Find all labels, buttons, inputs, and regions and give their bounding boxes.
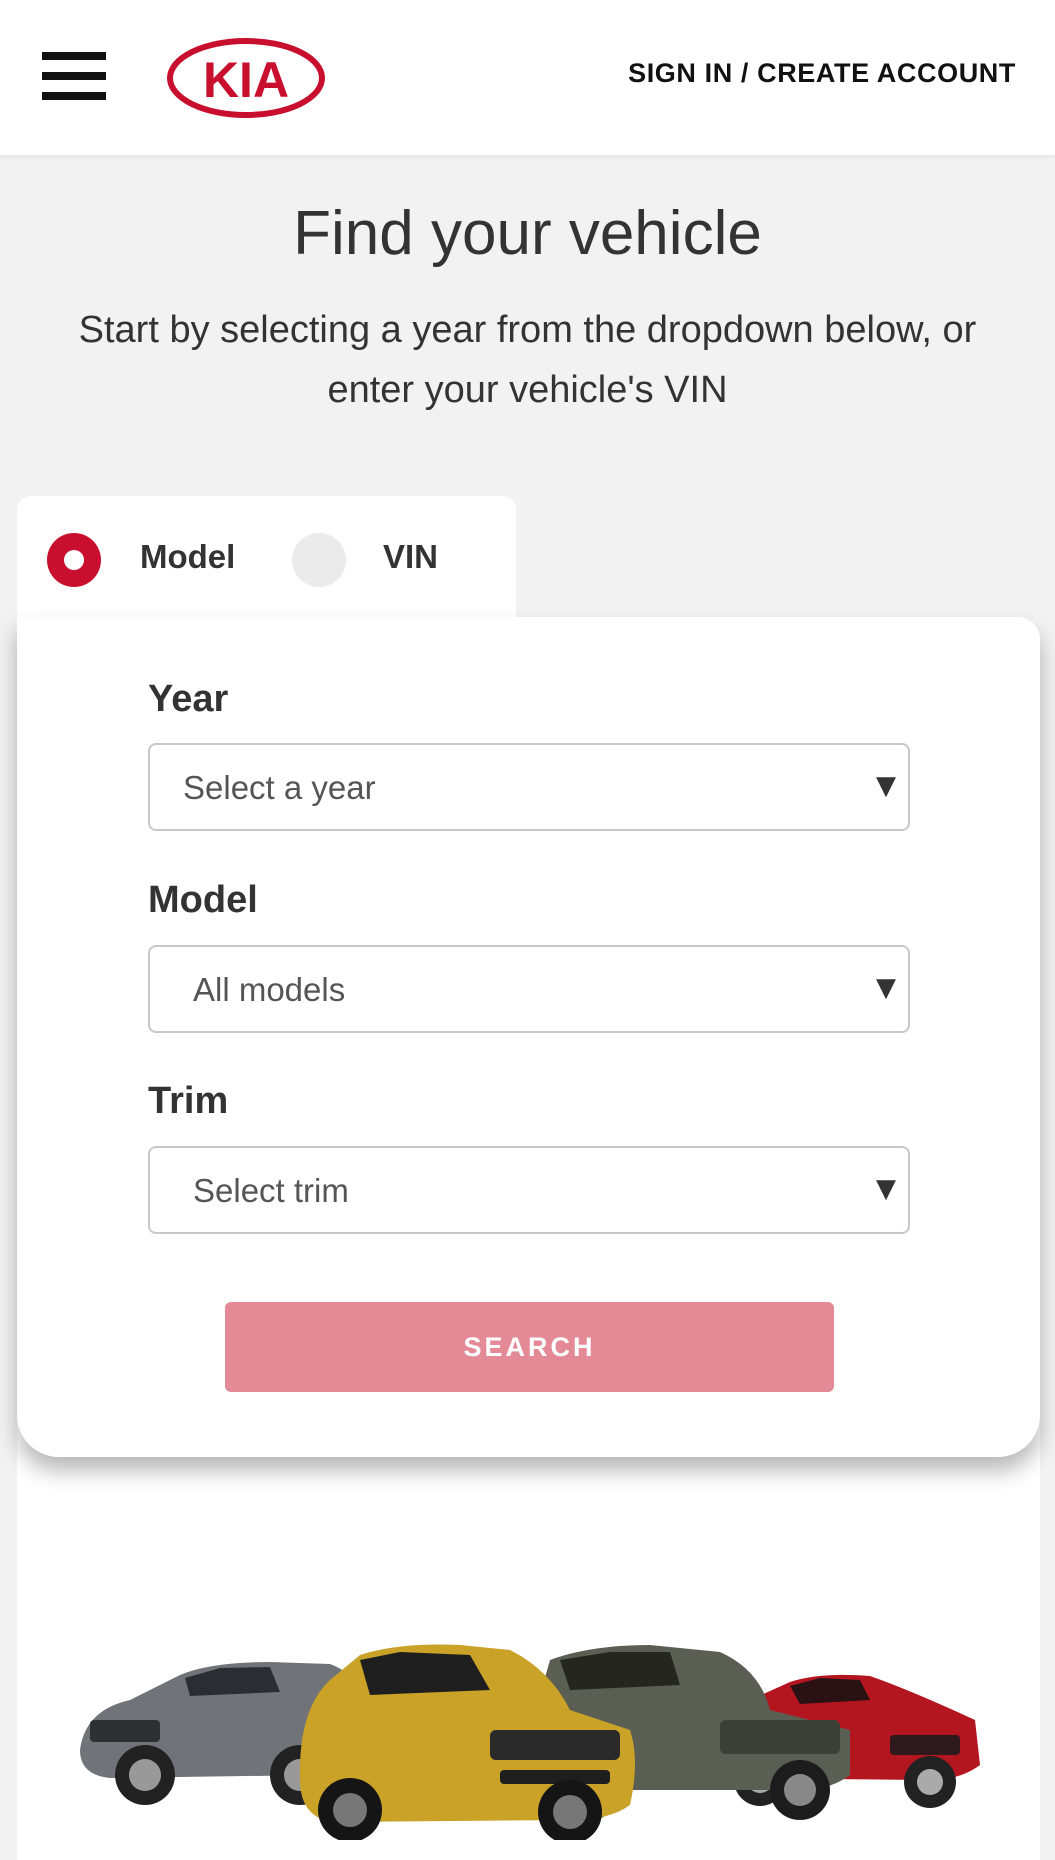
year-select[interactable]: Select a year ▼ bbox=[148, 743, 910, 831]
chevron-down-icon: ▼ bbox=[876, 771, 896, 801]
year-label: Year bbox=[148, 678, 229, 720]
search-button[interactable]: SEARCH bbox=[225, 1302, 834, 1392]
page-subtitle: Start by selecting a year from the dropd… bbox=[78, 309, 977, 411]
trim-label: Trim bbox=[148, 1080, 229, 1122]
kia-logo[interactable]: KIA bbox=[166, 37, 326, 119]
model-label: Model bbox=[148, 879, 258, 921]
vin-radio-label[interactable]: VIN bbox=[383, 538, 438, 576]
vehicle-lineup-image bbox=[80, 1644, 980, 1840]
hamburger-menu-icon[interactable] bbox=[42, 52, 106, 100]
model-radio[interactable] bbox=[47, 533, 101, 587]
trim-select-value: Select trim bbox=[193, 1172, 349, 1209]
sign-in-link[interactable]: SIGN IN / CREATE ACCOUNT bbox=[628, 58, 1016, 89]
trim-select[interactable]: Select trim ▼ bbox=[148, 1146, 910, 1234]
model-select-value: All models bbox=[193, 971, 346, 1008]
chevron-down-icon: ▼ bbox=[876, 1174, 896, 1204]
chevron-down-icon: ▼ bbox=[876, 973, 896, 1003]
model-radio-label[interactable]: Model bbox=[140, 538, 235, 576]
top-header: KIA SIGN IN / CREATE ACCOUNT bbox=[0, 0, 1055, 155]
page-title: Find your vehicle bbox=[293, 199, 762, 268]
model-select[interactable]: All models ▼ bbox=[148, 945, 910, 1033]
vin-radio[interactable] bbox=[292, 533, 346, 587]
svg-text:KIA: KIA bbox=[203, 52, 289, 108]
year-select-value: Select a year bbox=[183, 769, 376, 806]
